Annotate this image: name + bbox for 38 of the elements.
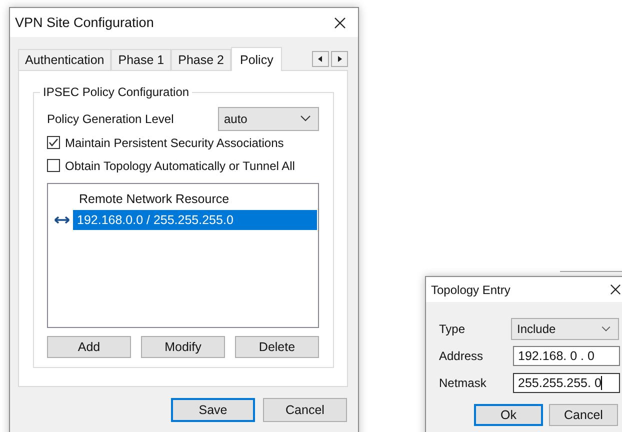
tab[interactable]: Phase 2 xyxy=(171,49,231,70)
dialog-button[interactable]: Save xyxy=(171,398,255,422)
ip-address-field[interactable]: 192.168. 0 . 0 xyxy=(513,346,620,366)
policy-level-dropdown[interactable]: auto xyxy=(218,106,319,130)
checkbox-label: Maintain Persistent Security Associations xyxy=(65,136,284,150)
window-title: Topology Entry xyxy=(431,282,510,296)
checkbox-label: Obtain Topology Automatically or Tunnel All xyxy=(65,158,295,172)
tab[interactable]: Policy xyxy=(230,47,282,71)
scroll-right-icon[interactable] xyxy=(331,50,348,66)
dialog-button[interactable]: Ok xyxy=(474,404,543,426)
tab[interactable]: Authentication xyxy=(18,49,112,70)
checkbox[interactable] xyxy=(47,136,60,149)
close-icon[interactable] xyxy=(334,16,346,28)
field-value: 192.168. 0 . 0 xyxy=(518,348,594,362)
column-header[interactable]: Remote Network Resource xyxy=(54,188,317,210)
chevron-down-icon xyxy=(601,326,611,332)
group-title: IPSEC Policy Configuration xyxy=(40,85,192,99)
list-button[interactable]: Modify xyxy=(141,336,225,358)
tab[interactable]: Phase 1 xyxy=(111,49,172,70)
dialog-button[interactable]: Cancel xyxy=(263,398,347,422)
window-title: VPN Site Configuration xyxy=(15,15,154,30)
list-row[interactable]: 192.168.0.0 / 255.255.255.0 xyxy=(73,210,317,230)
ip-address-field[interactable]: 255.255.255. 0 xyxy=(513,372,620,392)
field-value: 255.255.255. 0 xyxy=(518,376,602,390)
double-arrow-icon xyxy=(54,216,70,224)
dialog-button[interactable]: Cancel xyxy=(549,404,618,426)
text-cursor xyxy=(601,376,602,390)
list-button[interactable]: Delete xyxy=(235,336,319,358)
scroll-left-icon[interactable] xyxy=(312,50,329,66)
field-label: Netmask xyxy=(439,376,488,390)
chevron-down-icon xyxy=(300,115,311,122)
close-icon[interactable] xyxy=(610,284,621,295)
list-button[interactable]: Add xyxy=(47,336,131,358)
field-label: Type xyxy=(439,322,466,336)
checkbox[interactable] xyxy=(47,159,60,172)
type-dropdown[interactable]: Include xyxy=(511,318,619,340)
field-label: Address xyxy=(439,348,484,362)
field-label: Policy Generation Level xyxy=(47,112,174,126)
